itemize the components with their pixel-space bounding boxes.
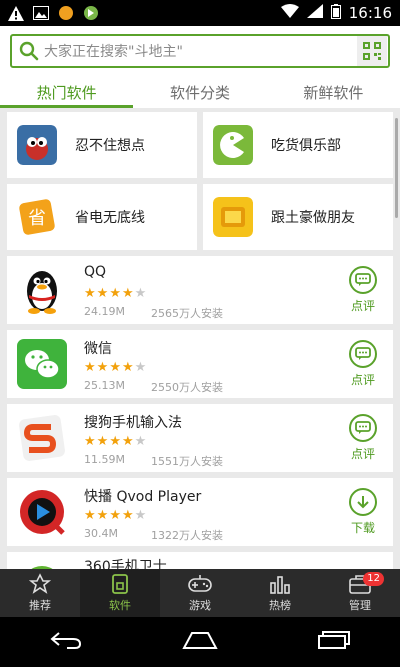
nav-software[interactable]: 软件 [80, 569, 160, 617]
app-list-item[interactable]: 微信 ★ ★ ★ ★ ★ 25.13M 2550万人安装 点评 [7, 330, 393, 398]
wifi-icon [280, 4, 299, 22]
app-list-item[interactable]: 快播 Qvod Player ★ ★ ★ ★ ★ 30.4M 1322万人安装 下载 [7, 478, 393, 546]
grid-item[interactable]: 忍不住想点 [7, 112, 197, 178]
content-list[interactable]: 忍不住想点 吃货俱乐部 省 省电无底线 跟土豪做朋友 QQ ★ ★ ★ ★ ★ … [0, 108, 400, 569]
app-name: 快播 Qvod Player [84, 489, 202, 505]
qvod-icon [20, 490, 65, 535]
power-save-icon: 省 [19, 199, 55, 235]
recommend-icon [29, 573, 51, 594]
recent-apps-icon[interactable] [317, 631, 351, 653]
grid-item[interactable]: 省 省电无底线 [7, 184, 197, 250]
warning-icon [8, 5, 24, 21]
back-icon[interactable] [49, 631, 83, 653]
action-label: 点评 [350, 447, 375, 461]
grid-item[interactable]: 吃货俱乐部 [203, 112, 393, 178]
search-box[interactable]: 大家正在搜索"斗地主" [10, 34, 390, 68]
header: 大家正在搜索"斗地主" [0, 26, 400, 76]
notification-badge: 12 [363, 572, 384, 586]
svg-text:省: 省 [28, 208, 46, 229]
rating-stars: ★ ★ ★ ★ ★ [84, 434, 147, 449]
nav-charts[interactable]: 热榜 [240, 569, 320, 617]
search-icon [18, 40, 40, 62]
qr-scan-button[interactable] [357, 36, 387, 66]
nav-manage[interactable]: 管理 12 [320, 569, 400, 617]
app-meta: 24.19M 2565万人安装 [84, 305, 223, 321]
grid-item-label: 忍不住想点 [75, 138, 145, 154]
download-button[interactable]: 下载 [343, 488, 383, 536]
rating-stars: ★ ★ ★ ★ ★ [84, 360, 147, 375]
image-icon [33, 5, 49, 21]
app-name: QQ [84, 264, 107, 280]
action-label: 点评 [350, 299, 375, 313]
app-name: 微信 [84, 341, 112, 357]
nav-label: 热榜 [269, 599, 291, 612]
nav-recommend[interactable]: 推荐 [0, 569, 80, 617]
scrollbar[interactable] [395, 118, 398, 218]
grid-item-label: 跟土豪做朋友 [271, 210, 355, 226]
app-size: 25.13M [84, 379, 125, 392]
app-name: 搜狗手机输入法 [84, 415, 182, 431]
app-name: 360手机卫士 [84, 559, 167, 569]
nav-label: 软件 [109, 599, 131, 612]
app-installs: 1551万人安装 [151, 455, 223, 468]
qq-penguin-icon [27, 271, 57, 314]
clock: 16:16 [348, 4, 392, 22]
bottom-nav: 推荐 软件 游戏 热榜 管理 12 [0, 569, 400, 617]
comment-icon [349, 266, 377, 294]
nav-label: 游戏 [189, 599, 211, 612]
app-size: 11.59M [84, 453, 125, 466]
tab-bar: 热门软件 软件分类 新鲜软件 [0, 76, 400, 108]
comment-icon [349, 414, 377, 442]
software-icon [112, 574, 128, 594]
battery-icon [330, 3, 341, 23]
home-icon[interactable] [182, 631, 218, 653]
download-icon [349, 488, 377, 516]
app-notification-icon-2 [83, 5, 99, 21]
app-installs: 2550万人安装 [151, 381, 223, 394]
nav-label: 管理 [349, 599, 371, 612]
app-list-item[interactable]: 360手机卫士 [7, 552, 393, 569]
app-list-item[interactable]: QQ ★ ★ ★ ★ ★ 24.19M 2565万人安装 点评 [7, 256, 393, 324]
app-meta: 11.59M 1551万人安装 [84, 453, 223, 469]
gamepad-icon [188, 575, 212, 592]
360-icon [31, 566, 53, 569]
nav-label: 推荐 [29, 599, 51, 612]
status-bar: 16:16 [0, 0, 400, 26]
app-size: 30.4M [84, 527, 118, 540]
action-label: 下载 [350, 521, 375, 535]
nav-games[interactable]: 游戏 [160, 569, 240, 617]
rating-stars: ★ ★ ★ ★ ★ [84, 286, 147, 301]
search-input[interactable]: 大家正在搜索"斗地主" [44, 41, 357, 61]
pacman-icon [213, 125, 253, 165]
comment-button[interactable]: 点评 [343, 340, 383, 388]
app-installs: 2565万人安装 [151, 307, 223, 320]
tab-new-software[interactable]: 新鲜软件 [267, 76, 400, 108]
gold-icon [213, 197, 253, 237]
comment-button[interactable]: 点评 [343, 414, 383, 462]
app-list-item[interactable]: 搜狗手机输入法 ★ ★ ★ ★ ★ 11.59M 1551万人安装 点评 [7, 404, 393, 472]
app-installs: 1322万人安装 [151, 529, 223, 542]
tab-hot-software[interactable]: 热门软件 [0, 76, 133, 108]
game-character-icon [17, 125, 57, 165]
comment-icon [349, 340, 377, 368]
sogou-icon [19, 415, 65, 461]
app-notification-icon [58, 5, 74, 21]
grid-item-label: 吃货俱乐部 [271, 138, 341, 154]
app-meta: 30.4M 1322万人安装 [84, 527, 223, 543]
comment-button[interactable]: 点评 [343, 266, 383, 314]
qr-code-icon [363, 42, 381, 60]
app-meta: 25.13M 2550万人安装 [84, 379, 223, 395]
rating-stars: ★ ★ ★ ★ ★ [84, 508, 147, 523]
wechat-icon [17, 339, 67, 389]
app-size: 24.19M [84, 305, 125, 318]
tab-software-category[interactable]: 软件分类 [133, 76, 266, 108]
grid-item-label: 省电无底线 [75, 210, 145, 226]
chart-icon [270, 576, 290, 594]
grid-item[interactable]: 跟土豪做朋友 [203, 184, 393, 250]
signal-icon [306, 4, 323, 22]
action-label: 点评 [350, 373, 375, 387]
system-nav-bar [0, 617, 400, 667]
